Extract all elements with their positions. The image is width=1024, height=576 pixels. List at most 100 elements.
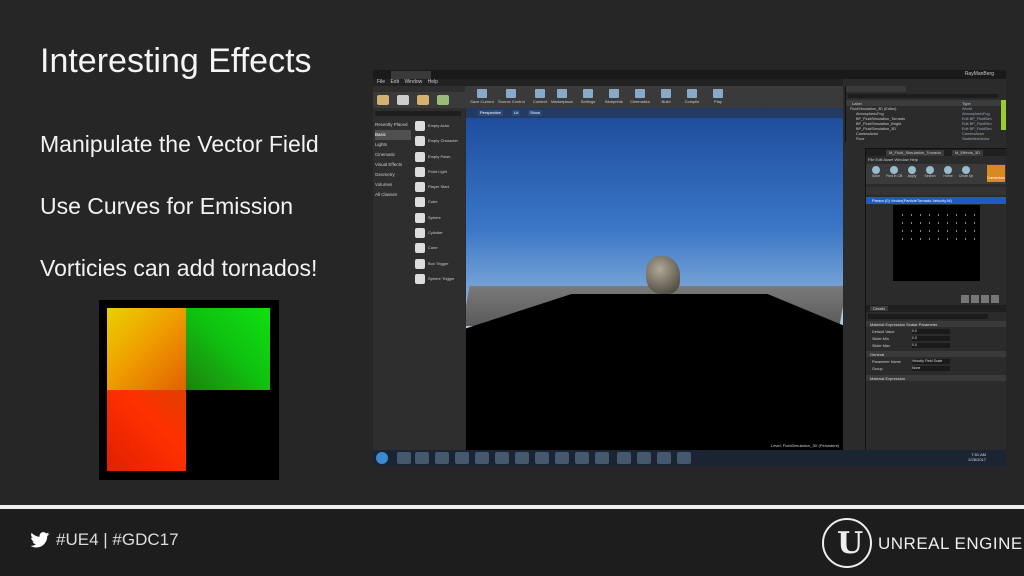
slider-max-field[interactable]: 0.0 [912, 343, 950, 348]
show-button[interactable]: Show [528, 110, 543, 116]
list-item[interactable]: Sphere [413, 211, 463, 226]
list-item[interactable]: Cube [413, 195, 463, 210]
taskbar-app-icon[interactable] [415, 452, 429, 464]
apply-button[interactable]: Apply [904, 166, 920, 182]
material-graph[interactable] [893, 205, 980, 281]
menu-help[interactable]: Help [428, 79, 438, 85]
compile-button[interactable]: Compile [679, 89, 705, 107]
taskbar-app-icon[interactable] [595, 452, 609, 464]
default-value-field[interactable]: 0.0 [912, 329, 950, 334]
editor-toolbar: Save Current Source Control Content Mark… [465, 86, 843, 108]
taskbar-app-icon[interactable] [515, 452, 529, 464]
taskbar-app-icon[interactable] [475, 452, 489, 464]
view-icon[interactable] [991, 295, 999, 303]
outliner-scrollbar[interactable] [1001, 100, 1006, 130]
prop-parameter-name: Parameter Name Velocity Field Scale [872, 359, 1002, 365]
taskbar-app-icon[interactable] [677, 452, 691, 464]
taskbar-app-icon[interactable] [435, 452, 449, 464]
list-item[interactable]: Empty Actor [413, 119, 463, 134]
home-button[interactable]: Home [940, 166, 956, 182]
section-scalar-parameter[interactable]: Material Expression Scalar Parameter [866, 321, 1006, 327]
build-icon [661, 89, 671, 98]
section-material-expression[interactable]: Material Expression [866, 375, 1006, 381]
group-field[interactable]: None [912, 366, 950, 371]
view-icon[interactable] [981, 295, 989, 303]
clean-up-button[interactable]: Clean Up [958, 166, 974, 182]
taskbar-clock[interactable]: 7:51 AM 2/28/2017 [968, 452, 986, 462]
lit-button[interactable]: Lit [512, 110, 521, 116]
list-item[interactable]: Empty Character [413, 134, 463, 149]
find-in-cb-button[interactable]: Find in CB [886, 166, 902, 182]
category-cinematic[interactable]: Cinematic [375, 150, 411, 160]
details-search-input[interactable] [868, 314, 988, 319]
editor-menubar: File Edit Window Help [373, 79, 843, 86]
view-icon[interactable] [971, 295, 979, 303]
outliner-search-input[interactable] [848, 94, 998, 98]
list-item[interactable]: Empty Pawn [413, 150, 463, 165]
landscape-mode-icon[interactable] [417, 95, 429, 105]
foliage-mode-icon[interactable] [437, 95, 449, 105]
connectors-button[interactable]: Connectors [987, 165, 1005, 182]
menu-edit[interactable]: Edit [390, 79, 399, 85]
perspective-button[interactable]: Perspective [478, 110, 503, 116]
cinematics-button[interactable]: Cinematics [627, 89, 653, 107]
menu-file[interactable]: File [377, 79, 385, 85]
section-general[interactable]: General [866, 351, 1006, 357]
taskbar-app-icon[interactable] [455, 452, 469, 464]
list-item[interactable]: Cone [413, 241, 463, 256]
parameter-name-field[interactable]: Velocity Field Scale [912, 359, 950, 364]
build-button[interactable]: Build [653, 89, 679, 107]
me-search-button[interactable]: Search [922, 166, 938, 182]
tab-material[interactable]: M_Fluid_Simulation_Tornado [886, 150, 944, 156]
selected-node-bar[interactable]: Param (0) Vector(ParticleTornado.Velocit… [866, 197, 1006, 204]
category-geometry[interactable]: Geometry [375, 170, 411, 180]
material-editor-menu[interactable]: File Edit Asset Window Help [868, 157, 918, 162]
place-mode-icon[interactable] [377, 95, 389, 105]
cinematics-icon [635, 89, 645, 98]
taskbar-app-icon[interactable] [555, 452, 569, 464]
modes-search-input[interactable] [375, 111, 461, 116]
source-control-button[interactable]: Source Control [498, 89, 525, 107]
level-viewport[interactable]: Perspective Lit Show Level: FluidSimulat… [466, 108, 843, 450]
outliner-header: Label Type [846, 100, 1004, 106]
actor-icon [415, 121, 425, 131]
category-visual-effects[interactable]: Visual Effects [375, 160, 411, 170]
me-save-button[interactable]: Save [868, 166, 884, 182]
marketplace-button[interactable]: Marketplace [549, 89, 575, 107]
list-item[interactable]: Player Start [413, 180, 463, 195]
list-item[interactable]: Cylinder [413, 226, 463, 241]
settings-button[interactable]: Settings [575, 89, 601, 107]
start-button[interactable] [376, 452, 388, 464]
category-volumes[interactable]: Volumes [375, 180, 411, 190]
category-lights[interactable]: Lights [375, 140, 411, 150]
category-basic[interactable]: Basic [375, 130, 411, 140]
menu-window[interactable]: Window [404, 79, 422, 85]
save-current-button[interactable]: Save Current [469, 89, 495, 107]
category-recently-placed[interactable]: Recently Placed [375, 120, 411, 130]
table-row[interactable]: Floor StaticMeshActor [856, 137, 1006, 142]
play-button[interactable]: Play [705, 89, 731, 107]
taskbar-app-icon[interactable] [657, 452, 671, 464]
taskbar-app-icon[interactable] [617, 452, 631, 464]
taskbar-app-icon[interactable] [575, 452, 589, 464]
list-item[interactable]: Point Light [413, 165, 463, 180]
unreal-editor-screenshot: RayManBerg File Edit Window Help Save Cu… [373, 70, 1006, 466]
taskbar-app-icon[interactable] [495, 452, 509, 464]
list-item[interactable]: Box Trigger [413, 257, 463, 272]
rock-mesh[interactable] [646, 256, 680, 294]
taskbar-app-icon[interactable] [637, 452, 651, 464]
view-icon[interactable] [961, 295, 969, 303]
blueprints-button[interactable]: Blueprints [601, 89, 627, 107]
slider-min-field[interactable]: 0.0 [912, 336, 950, 341]
tab-effects[interactable]: M_Effects_3D [952, 150, 984, 156]
tab-world-outliner[interactable] [846, 86, 906, 92]
taskbar-app-icon[interactable] [397, 452, 411, 464]
paint-mode-icon[interactable] [397, 95, 409, 105]
tab-details[interactable]: Details [870, 306, 889, 311]
modes-toolbar [373, 92, 465, 108]
category-all-classes[interactable]: All Classes [375, 190, 411, 200]
taskbar-app-icon[interactable] [535, 452, 549, 464]
list-item[interactable]: Sphere Trigger [413, 272, 463, 287]
save-icon [872, 166, 880, 174]
editor-level-tab[interactable] [391, 71, 431, 79]
